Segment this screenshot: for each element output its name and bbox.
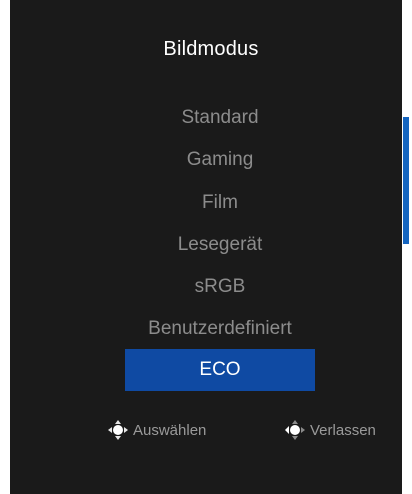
- menu-item-benutzerdefiniert[interactable]: Benutzerdefiniert: [125, 308, 315, 350]
- menu-item-lesegeraet[interactable]: Lesegerät: [125, 224, 315, 266]
- menu-item-standard[interactable]: Standard: [125, 97, 315, 139]
- osd-menu-panel: Bildmodus Standard Gaming Film Lesegerät…: [10, 0, 409, 494]
- menu-item-eco[interactable]: ECO: [125, 349, 315, 391]
- scrollbar[interactable]: [403, 117, 409, 244]
- select-hint-label: Auswählen: [133, 421, 207, 439]
- menu-item-srgb[interactable]: sRGB: [125, 266, 315, 308]
- exit-hint: Verlassen: [284, 419, 376, 441]
- exit-hint-label: Verlassen: [310, 421, 376, 439]
- menu-item-film[interactable]: Film: [125, 182, 315, 224]
- joystick-press-icon: [108, 420, 128, 440]
- select-hint: Auswählen: [107, 419, 206, 441]
- menu-item-gaming[interactable]: Gaming: [125, 139, 315, 181]
- joystick-left-icon: [285, 420, 305, 440]
